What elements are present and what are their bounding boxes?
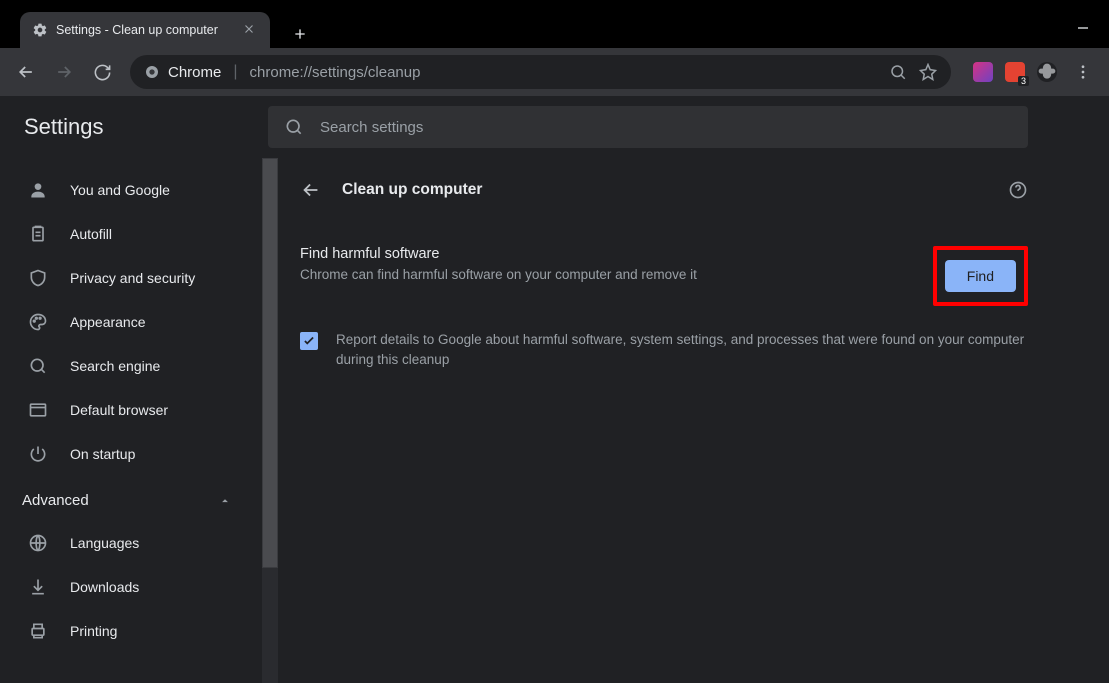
section-header: Clean up computer — [294, 158, 1034, 222]
settings-search[interactable] — [268, 106, 1028, 148]
extension-3[interactable] — [1037, 62, 1057, 82]
site-chip-label: Chrome — [168, 64, 221, 81]
chevron-up-icon — [218, 494, 232, 508]
page-content: Settings You and Google Autof — [0, 96, 1109, 683]
extension-badge: 3 — [1018, 76, 1029, 86]
sidebar-item-you-and-google[interactable]: You and Google — [0, 168, 260, 212]
settings-header: Settings — [0, 96, 1109, 158]
reload-button[interactable] — [86, 56, 118, 88]
browser-menu-button[interactable] — [1067, 56, 1099, 88]
report-details-row[interactable]: Report details to Google about harmful s… — [300, 324, 1028, 377]
nav-back-button[interactable] — [10, 56, 42, 88]
chip-separator: | — [233, 63, 237, 81]
sidebar-item-label: Autofill — [70, 226, 112, 242]
sidebar-item-on-startup[interactable]: On startup — [0, 432, 260, 476]
sidebar-scrollbar-track[interactable] — [262, 158, 278, 683]
sidebar-item-default-browser[interactable]: Default browser — [0, 388, 260, 432]
settings-title: Settings — [0, 96, 260, 158]
sidebar-item-appearance[interactable]: Appearance — [0, 300, 260, 344]
sidebar-advanced-toggle[interactable]: Advanced — [0, 476, 260, 521]
address-bar[interactable]: Chrome | chrome://settings/cleanup — [130, 55, 951, 89]
search-icon[interactable] — [889, 63, 907, 81]
new-tab-button[interactable] — [286, 20, 314, 48]
sidebar-item-downloads[interactable]: Downloads — [0, 565, 260, 609]
report-checkbox[interactable] — [300, 332, 318, 350]
sidebar-scrollbar-thumb[interactable] — [262, 158, 278, 568]
sidebar-item-autofill[interactable]: Autofill — [0, 212, 260, 256]
find-harmful-sub: Chrome can find harmful software on your… — [300, 266, 697, 285]
report-checkbox-label: Report details to Google about harmful s… — [336, 330, 1028, 371]
extensions-area: 3 — [973, 62, 1057, 82]
nav-forward-button[interactable] — [48, 56, 80, 88]
sidebar-item-privacy[interactable]: Privacy and security — [0, 256, 260, 300]
sidebar-item-label: You and Google — [70, 182, 170, 198]
settings-search-input[interactable] — [320, 119, 1012, 136]
extension-2[interactable]: 3 — [1005, 62, 1025, 82]
window-controls — [1077, 22, 1101, 48]
close-icon[interactable] — [242, 22, 258, 38]
browser-titlebar: Settings - Clean up computer — [0, 0, 1109, 48]
sidebar-item-languages[interactable]: Languages — [0, 521, 260, 565]
sidebar-item-label: Printing — [70, 623, 117, 639]
sidebar-item-search-engine[interactable]: Search engine — [0, 344, 260, 388]
shield-icon — [28, 268, 48, 288]
section-title: Clean up computer — [342, 181, 988, 199]
search-icon — [28, 356, 48, 376]
person-icon — [28, 180, 48, 200]
sidebar-item-label: Appearance — [70, 314, 146, 330]
find-harmful-row: Find harmful software Chrome can find ha… — [300, 234, 1028, 324]
download-icon — [28, 577, 48, 597]
search-icon — [284, 117, 304, 137]
sidebar-item-label: Default browser — [70, 402, 168, 418]
bookmark-star-icon[interactable] — [919, 63, 937, 81]
site-chip: Chrome — [144, 64, 221, 81]
sidebar-item-printing[interactable]: Printing — [0, 609, 260, 653]
help-icon[interactable] — [1008, 180, 1028, 200]
find-button[interactable]: Find — [945, 260, 1016, 292]
browser-toolbar: Chrome | chrome://settings/cleanup 3 — [0, 48, 1109, 96]
sidebar-item-label: Languages — [70, 535, 139, 551]
advanced-label: Advanced — [22, 492, 89, 509]
chrome-icon — [144, 64, 160, 80]
printer-icon — [28, 621, 48, 641]
sidebar-item-label: Downloads — [70, 579, 139, 595]
gear-icon — [32, 22, 48, 38]
url-text: chrome://settings/cleanup — [250, 64, 421, 81]
tab-title: Settings - Clean up computer — [56, 23, 234, 37]
settings-main: Clean up computer Find harmful software … — [278, 158, 1109, 683]
sidebar-item-label: Search engine — [70, 358, 160, 374]
sidebar-item-label: Privacy and security — [70, 270, 195, 286]
settings-sidebar: You and Google Autofill Privacy and secu… — [0, 158, 278, 683]
sidebar-item-label: On startup — [70, 446, 135, 462]
palette-icon — [28, 312, 48, 332]
extension-1[interactable] — [973, 62, 993, 82]
section-back-button[interactable] — [300, 179, 322, 201]
browser-tab[interactable]: Settings - Clean up computer — [20, 12, 270, 48]
find-button-highlight: Find — [933, 246, 1028, 306]
clipboard-icon — [28, 224, 48, 244]
browser-icon — [28, 400, 48, 420]
find-harmful-heading: Find harmful software — [300, 246, 697, 262]
globe-icon — [28, 533, 48, 553]
power-icon — [28, 444, 48, 464]
minimize-button[interactable] — [1077, 22, 1089, 34]
